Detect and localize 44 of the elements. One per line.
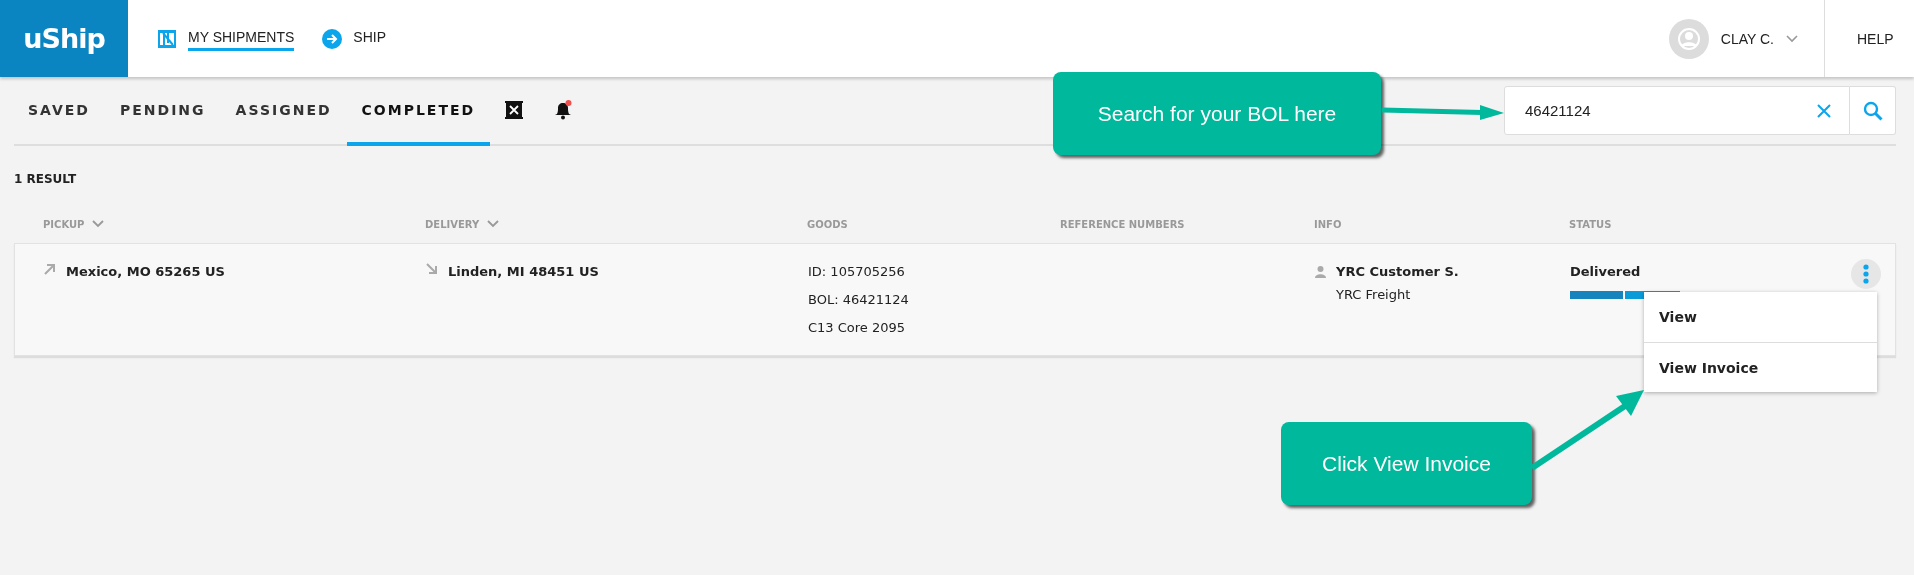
callout: Search for your BOL here <box>1053 72 1381 155</box>
search-icon <box>1862 100 1883 121</box>
cancelled-tab-icon[interactable] <box>505 100 524 119</box>
callout: Click View Invoice <box>1281 422 1532 505</box>
goods-text: C13 Core 2095 <box>808 319 906 337</box>
search-input[interactable]: 46421124 <box>1523 101 1817 120</box>
person-icon <box>1315 266 1326 278</box>
column-header: GOODS <box>807 218 848 230</box>
tab[interactable]: COMPLETED <box>361 101 476 118</box>
logo[interactable]: uShip <box>0 0 128 77</box>
tab[interactable]: PENDING <box>120 101 206 118</box>
chevron-down-icon <box>92 220 105 228</box>
nav-link[interactable]: SHIP <box>353 26 386 51</box>
arrow-down-right-icon <box>426 263 438 275</box>
tab[interactable]: ASSIGNED <box>235 101 332 118</box>
tab[interactable]: SAVED <box>28 101 90 118</box>
search-box[interactable]: 46421124 <box>1504 86 1850 135</box>
bell-icon[interactable] <box>553 99 574 120</box>
close-icon[interactable] <box>1817 103 1831 118</box>
column-header: INFO <box>1314 218 1342 230</box>
arrow-up-right-icon <box>44 263 56 275</box>
status-text: Delivered <box>1570 263 1641 281</box>
user-menu[interactable]: CLAY C. <box>1720 30 1774 47</box>
crate-icon <box>157 28 177 49</box>
column-header: STATUS <box>1569 218 1612 230</box>
nav-link[interactable]: MY SHIPMENTS <box>188 26 295 51</box>
result-count: 1 RESULT <box>14 171 78 188</box>
pickup-location: Mexico, MO 65265 US <box>66 263 225 281</box>
avatar-icon <box>1668 18 1709 59</box>
search-button[interactable] <box>1850 86 1896 135</box>
menu-item[interactable]: View <box>1644 292 1877 342</box>
delivery-location: Linden, MI 48451 US <box>448 263 599 281</box>
carrier-name: YRC Freight <box>1336 286 1412 304</box>
more-icon <box>1863 264 1869 284</box>
more-button[interactable] <box>1851 259 1881 289</box>
help-link[interactable]: HELP <box>1824 0 1914 77</box>
chevron-down-icon <box>487 220 500 228</box>
menu-item[interactable]: View Invoice <box>1644 342 1877 392</box>
column-header: REFERENCE NUMBERS <box>1060 218 1185 230</box>
goods-text: ID: 105705256 <box>808 263 905 281</box>
chevron-down-icon <box>1786 34 1798 43</box>
goods-text: BOL: 46421124 <box>808 291 909 309</box>
arrow-circle-icon <box>322 28 343 49</box>
customer-name: YRC Customer S. <box>1336 263 1459 281</box>
